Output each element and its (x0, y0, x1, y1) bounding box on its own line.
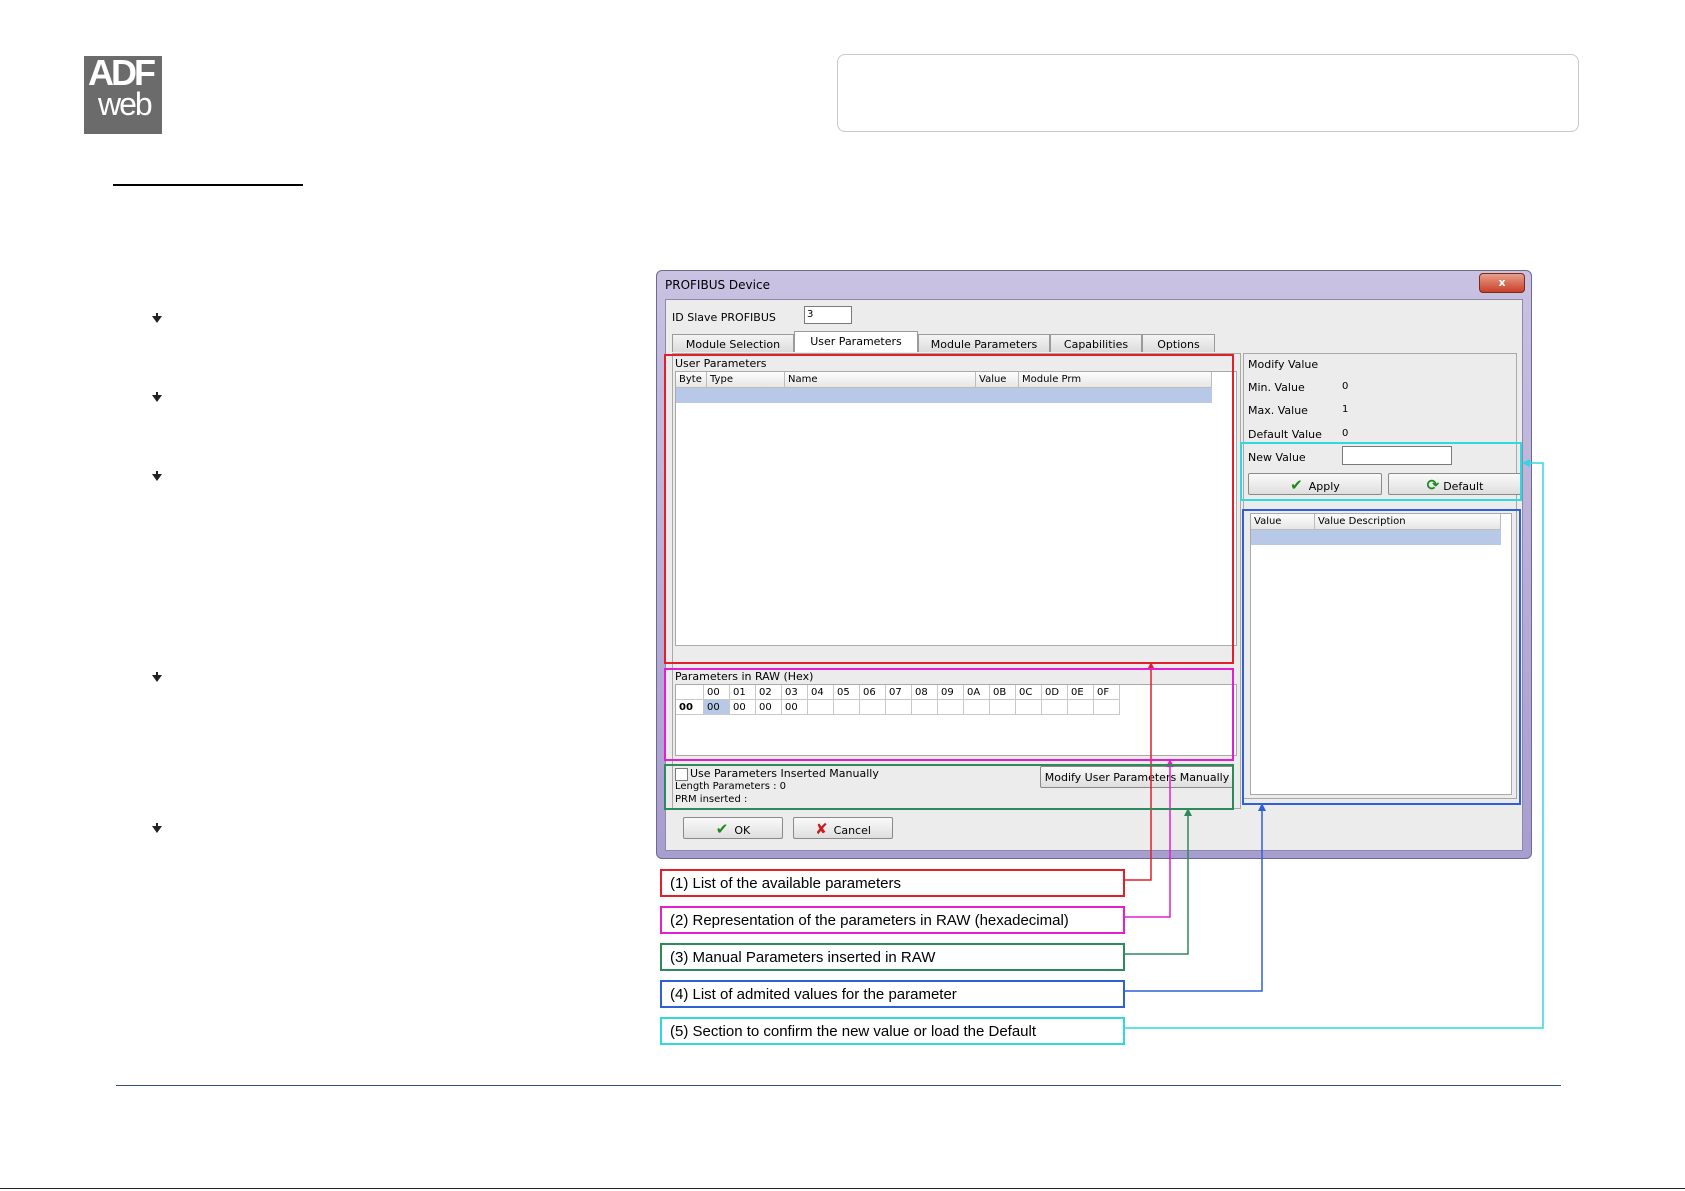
connector-3 (1125, 812, 1189, 955)
highlight-raw-parameters (664, 668, 1234, 761)
highlight-new-value-section (1240, 442, 1522, 501)
connector-1 (1125, 666, 1152, 881)
highlight-admitted-values (1242, 509, 1521, 805)
page-bottom-edge (0, 1188, 1685, 1189)
footer-divider (116, 1085, 1561, 1086)
connector-2 (1125, 763, 1171, 918)
connector-4 (1125, 807, 1263, 992)
highlight-user-parameters (664, 354, 1234, 664)
highlight-manual-parameters (664, 764, 1234, 810)
annotation-overlay (664, 354, 1544, 1029)
arrow-head-5 (1522, 459, 1530, 467)
